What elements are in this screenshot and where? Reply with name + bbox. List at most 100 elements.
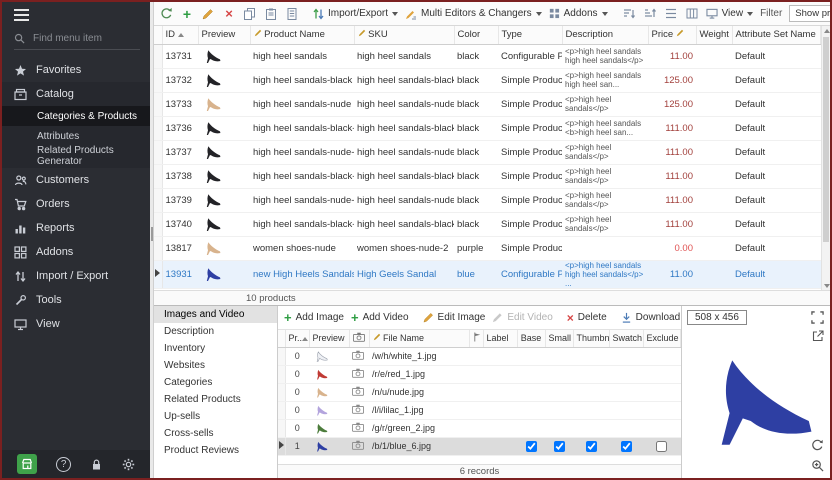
tab-websites[interactable]: Websites xyxy=(154,357,277,374)
col-description[interactable]: Description xyxy=(562,26,648,44)
paste-button[interactable] xyxy=(264,8,278,20)
products-scrollbar[interactable] xyxy=(821,26,830,290)
multi-editors-menu[interactable]: Multi Editors & Changers xyxy=(405,8,542,20)
col-preview[interactable]: Preview xyxy=(198,26,250,44)
tab-cross-sells[interactable]: Cross-sells xyxy=(154,425,277,442)
col-id[interactable]: ID xyxy=(162,26,198,44)
tab-images-and-video[interactable]: Images and Video xyxy=(154,306,277,323)
image-row[interactable]: 0/n/u/nude.jpg xyxy=(278,383,681,401)
tab-categories[interactable]: Categories xyxy=(154,374,277,391)
image-row[interactable]: 0/g/r/green_2.jpg xyxy=(278,419,681,437)
col-label[interactable]: Label xyxy=(483,330,517,347)
image-flag-checkbox[interactable] xyxy=(554,441,565,452)
col-preview[interactable]: Preview xyxy=(309,330,349,347)
col-color[interactable]: Color xyxy=(454,26,498,44)
help-button[interactable]: ? xyxy=(56,457,71,472)
sidebar-item-related-products-generator[interactable]: Related Products Generator xyxy=(2,146,150,166)
add-product-button[interactable]: + xyxy=(180,8,194,20)
image-flag-checkbox[interactable] xyxy=(586,441,597,452)
sort-asc-button[interactable] xyxy=(622,8,636,19)
tab-related-products[interactable]: Related Products xyxy=(154,391,277,408)
tab-description[interactable]: Description xyxy=(154,323,277,340)
tab-inventory[interactable]: Inventory xyxy=(154,340,277,357)
download-image-button[interactable]: Download Image xyxy=(621,312,681,323)
sidebar-item-favorites[interactable]: Favorites xyxy=(2,58,150,82)
col-swatch[interactable]: Swatch xyxy=(609,330,643,347)
col-weight[interactable]: Weight xyxy=(696,26,732,44)
col-camera[interactable] xyxy=(349,330,369,347)
product-row[interactable]: 13740high heel sandals-black-38high heel… xyxy=(154,212,821,236)
rotate-icon[interactable] xyxy=(811,439,824,452)
menu-toggle-button[interactable] xyxy=(2,2,150,28)
addons-menu[interactable]: Addons xyxy=(549,8,608,19)
image-row[interactable]: 0/w/h/white_1.jpg xyxy=(278,347,681,365)
import-export-menu[interactable]: Import/Export xyxy=(313,8,398,20)
delete-product-button[interactable]: × xyxy=(222,8,236,20)
sidebar-item-addons[interactable]: Addons xyxy=(2,240,150,264)
zoom-icon[interactable] xyxy=(811,459,824,472)
image-row[interactable]: 1/b/1/blue_6.jpg xyxy=(278,437,681,455)
sidebar-item-import-export[interactable]: Import / Export xyxy=(2,264,150,288)
image-flag-checkbox[interactable] xyxy=(656,441,667,452)
expand-rows-button[interactable] xyxy=(664,8,678,19)
lock-button[interactable] xyxy=(90,458,103,471)
col-attribute-set[interactable]: Attribute Set Name xyxy=(732,26,821,44)
product-row[interactable]: 13731high heel sandalshigh heel sandalsb… xyxy=(154,44,821,68)
add-video-button[interactable]: +Add Video xyxy=(351,310,409,325)
product-row[interactable]: 13732high heel sandals-blackhigh heel sa… xyxy=(154,68,821,92)
tab-product-reviews[interactable]: Product Reviews xyxy=(154,442,277,459)
add-image-button[interactable]: +Add Image xyxy=(284,310,344,325)
image-flag-checkbox[interactable] xyxy=(621,441,632,452)
fullscreen-icon[interactable] xyxy=(811,311,824,324)
image-flag-checkbox[interactable] xyxy=(526,441,537,452)
col-small[interactable]: Small xyxy=(545,330,573,347)
edit-video-button[interactable]: Edit Video xyxy=(492,312,552,323)
col-base[interactable]: Base xyxy=(517,330,545,347)
refresh-button[interactable] xyxy=(159,7,173,20)
col-product-name[interactable]: Product Name xyxy=(250,26,354,44)
product-row[interactable]: 13736high heel sandals-black-36high heel… xyxy=(154,116,821,140)
col-price[interactable]: Price xyxy=(648,26,696,44)
duplicate-button[interactable] xyxy=(285,8,299,20)
settings-button[interactable] xyxy=(122,458,135,471)
product-row[interactable]: 13733high heel sandals-nudehigh heel san… xyxy=(154,92,821,116)
sort-desc-button[interactable] xyxy=(643,8,657,19)
edit-product-button[interactable] xyxy=(201,8,215,20)
open-external-icon[interactable] xyxy=(812,330,824,342)
sidebar-item-tools[interactable]: Tools xyxy=(2,288,150,312)
col-type[interactable]: Type xyxy=(498,26,562,44)
col-sku[interactable]: SKU xyxy=(354,26,454,44)
edit-image-button[interactable]: Edit Image xyxy=(423,312,486,323)
category-filter-select[interactable]: Show products from selected categories xyxy=(789,5,830,22)
sidebar-item-reports[interactable]: Reports xyxy=(2,216,150,240)
tab-up-sells[interactable]: Up-sells xyxy=(154,408,277,425)
scrollbar-thumb[interactable] xyxy=(823,37,829,242)
scroll-down-icon[interactable] xyxy=(823,281,830,290)
sidebar-item-catalog[interactable]: Catalog xyxy=(2,82,150,106)
col-thumbnail[interactable]: Thumbna xyxy=(573,330,609,347)
sidebar-item-orders[interactable]: Orders xyxy=(2,192,150,216)
columns-button[interactable] xyxy=(685,8,699,19)
sidebar-item-customers[interactable]: Customers xyxy=(2,168,150,192)
product-row[interactable]: 13738high heel sandals-black-37high heel… xyxy=(154,164,821,188)
view-menu[interactable]: View xyxy=(706,8,754,19)
scroll-up-icon[interactable] xyxy=(823,26,830,35)
menu-search-input[interactable] xyxy=(31,32,131,45)
col-file-name[interactable]: File Name xyxy=(369,330,469,347)
delete-image-button[interactable]: ×Delete xyxy=(567,311,607,325)
image-row[interactable]: 0/l/i/lilac_1.jpg xyxy=(278,401,681,419)
product-row[interactable]: 13931new High Heels SandalsHigh Geels Sa… xyxy=(154,260,821,288)
copy-button[interactable] xyxy=(243,8,257,20)
product-row[interactable]: 13737high heel sandals-nude-36high heel … xyxy=(154,140,821,164)
col-sort-order[interactable]: Pr.. xyxy=(285,330,309,347)
col-flag[interactable] xyxy=(469,330,483,347)
sidebar-item-view[interactable]: View xyxy=(2,312,150,336)
col-exclude[interactable]: Exclude xyxy=(643,330,681,347)
sidebar-item-categories-products[interactable]: Categories & Products xyxy=(2,106,150,126)
image-row[interactable]: 0/r/e/red_1.jpg xyxy=(278,365,681,383)
store-button[interactable] xyxy=(17,454,37,474)
sidebar-item-attributes[interactable]: Attributes xyxy=(2,126,150,146)
product-row[interactable]: 13817women shoes-nudewomen shoes-nude-2p… xyxy=(154,236,821,260)
image-size-field[interactable]: 508 x 456 xyxy=(687,310,747,325)
product-row[interactable]: 13739high heel sandals-nude-37high heel … xyxy=(154,188,821,212)
